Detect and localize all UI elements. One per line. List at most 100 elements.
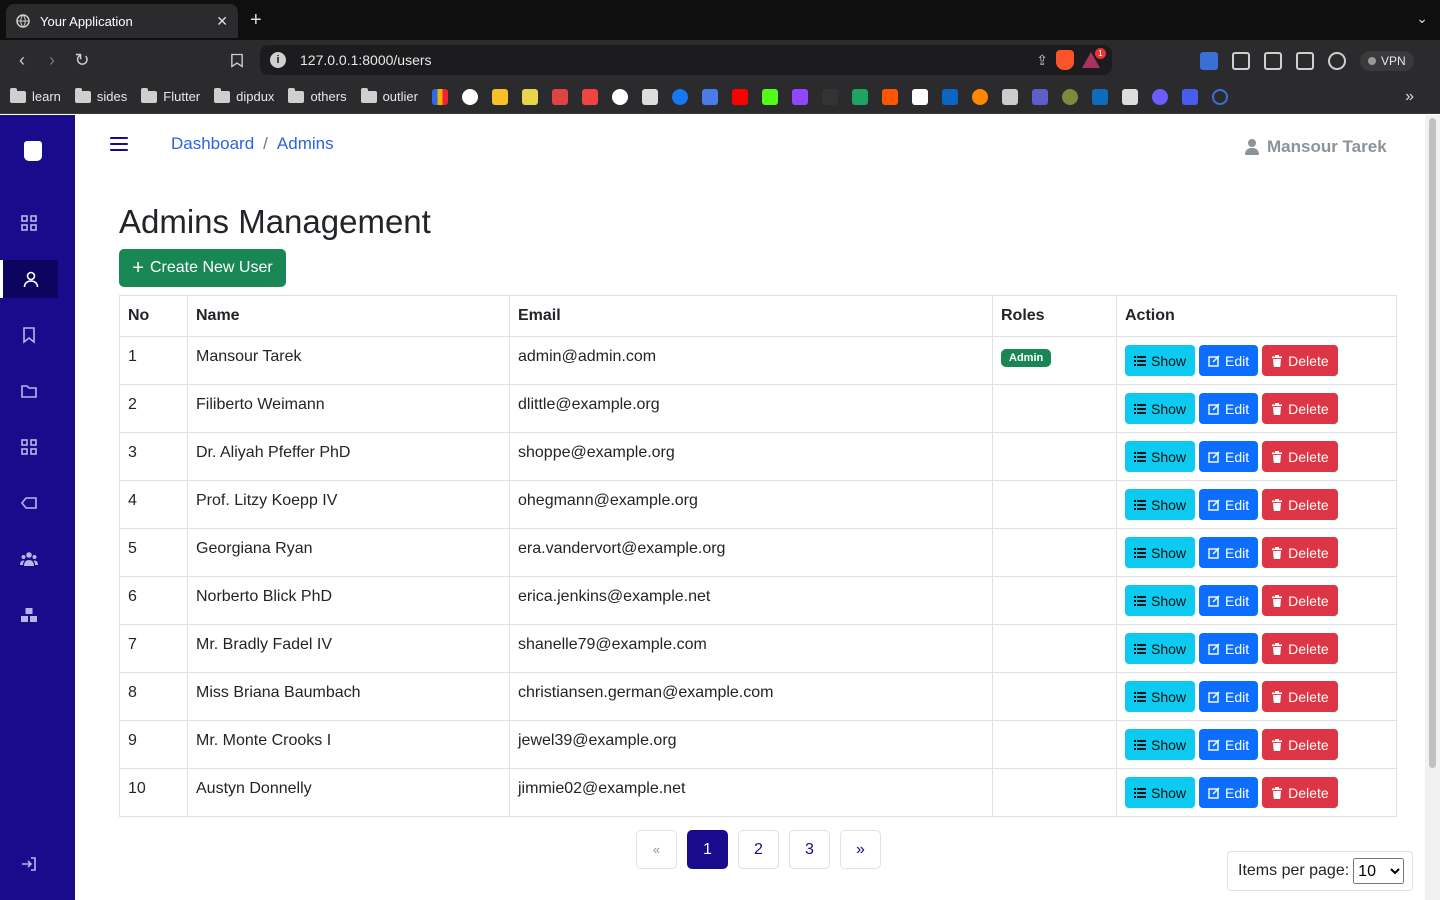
sidebar-item-logout[interactable] <box>0 845 58 883</box>
edit-button[interactable]: Edit <box>1199 345 1259 376</box>
app-icon[interactable] <box>972 88 988 105</box>
show-button[interactable]: Show <box>1125 777 1196 808</box>
page-scrollbar[interactable] <box>1425 115 1440 900</box>
brave-shield-icon[interactable] <box>1056 50 1074 70</box>
pagination-next[interactable]: » <box>840 830 881 869</box>
pagination-page-1[interactable]: 1 <box>687 830 728 869</box>
sheets-icon[interactable] <box>852 88 868 105</box>
bookmark-folder-learn[interactable]: learn <box>10 87 61 104</box>
bookmark-folder-outlier[interactable]: outlier <box>360 87 418 104</box>
app-icon[interactable] <box>1182 88 1198 105</box>
photos-icon[interactable] <box>492 88 508 105</box>
notion-icon[interactable] <box>912 88 928 105</box>
facebook-icon[interactable] <box>672 88 688 105</box>
loading-icon[interactable] <box>1212 88 1228 105</box>
delete-button[interactable]: Delete <box>1262 537 1338 568</box>
bookmarks-more-icon[interactable]: » <box>1405 88 1414 106</box>
youtube-icon[interactable] <box>732 88 748 105</box>
extensions-icon[interactable] <box>1232 51 1250 70</box>
show-button[interactable]: Show <box>1125 393 1196 424</box>
sidebar-toggle-icon[interactable] <box>1264 51 1282 70</box>
translate-icon[interactable] <box>702 88 718 105</box>
scrollbar-thumb[interactable] <box>1429 118 1436 768</box>
leo-ai-icon[interactable] <box>1328 51 1346 70</box>
app-icon[interactable] <box>1002 88 1018 105</box>
brave-rewards-icon[interactable]: 1 <box>1082 48 1106 68</box>
delete-button[interactable]: Delete <box>1262 777 1338 808</box>
sidebar-item-bookmarks[interactable] <box>0 316 58 354</box>
vpn-button[interactable]: VPN <box>1360 50 1414 71</box>
gmail-icon[interactable] <box>582 88 598 105</box>
app-icon[interactable] <box>522 88 538 105</box>
sidebar-item-dashboard[interactable] <box>0 204 58 242</box>
linkedin-icon[interactable] <box>942 88 958 105</box>
outlook-icon[interactable] <box>1092 88 1108 105</box>
pagination-page-3[interactable]: 3 <box>789 830 830 869</box>
twitch-icon[interactable] <box>792 88 808 105</box>
soundcloud-icon[interactable] <box>882 88 898 105</box>
gmail-icon[interactable] <box>552 88 568 105</box>
wallet-icon[interactable] <box>1296 51 1314 70</box>
hamburger-menu-icon[interactable] <box>110 137 128 151</box>
edit-button[interactable]: Edit <box>1199 681 1259 712</box>
app-icon[interactable] <box>1062 88 1078 105</box>
sidebar-item-products[interactable] <box>0 596 58 634</box>
show-button[interactable]: Show <box>1125 345 1196 376</box>
show-button[interactable]: Show <box>1125 729 1196 760</box>
delete-button[interactable]: Delete <box>1262 681 1338 712</box>
delete-button[interactable]: Delete <box>1262 345 1338 376</box>
app-icon[interactable] <box>1122 88 1138 105</box>
user-menu[interactable]: Mansour Tarek <box>1245 137 1387 157</box>
show-button[interactable]: Show <box>1125 681 1196 712</box>
items-per-page-select[interactable]: 10 <box>1353 858 1405 884</box>
edit-button[interactable]: Edit <box>1199 393 1259 424</box>
analytics-icon[interactable] <box>432 88 448 105</box>
edit-button[interactable]: Edit <box>1199 633 1259 664</box>
app-icon[interactable] <box>1152 88 1168 105</box>
app-icon[interactable] <box>822 88 838 105</box>
edit-button[interactable]: Edit <box>1199 585 1259 616</box>
bookmark-folder-others[interactable]: others <box>288 87 347 104</box>
sidebar-item-admins[interactable] <box>0 260 58 298</box>
delete-button[interactable]: Delete <box>1262 633 1338 664</box>
pagination-page-2[interactable]: 2 <box>738 830 779 869</box>
shopify-logo-icon[interactable] <box>24 141 42 161</box>
create-new-user-button[interactable]: + Create New User <box>119 249 286 287</box>
app-icon[interactable] <box>642 88 658 105</box>
google-icon[interactable] <box>462 88 478 105</box>
edit-button[interactable]: Edit <box>1199 441 1259 472</box>
delete-button[interactable]: Delete <box>1262 489 1338 520</box>
address-bar[interactable]: i 127.0.0.1:8000/users ⇪ 1 <box>260 45 1112 75</box>
edit-button[interactable]: Edit <box>1199 537 1259 568</box>
back-icon[interactable]: ‹ <box>12 50 32 70</box>
github-icon[interactable] <box>612 88 628 105</box>
delete-button[interactable]: Delete <box>1262 729 1338 760</box>
show-button[interactable]: Show <box>1125 489 1196 520</box>
bookmark-folder-dipdux[interactable]: dipdux <box>214 87 274 104</box>
sidebar-item-tags[interactable] <box>0 484 58 522</box>
reload-icon[interactable]: ↻ <box>72 50 92 70</box>
edit-button[interactable]: Edit <box>1199 777 1259 808</box>
delete-button[interactable]: Delete <box>1262 441 1338 472</box>
bookmark-page-icon[interactable] <box>227 50 247 70</box>
pagination-prev[interactable]: « <box>636 830 677 869</box>
forward-icon[interactable]: › <box>42 50 62 70</box>
sidebar-item-apps[interactable] <box>0 428 58 466</box>
chevron-down-icon[interactable]: ⌄ <box>1416 10 1428 27</box>
browser-tab[interactable]: Your Application ✕ <box>6 4 238 38</box>
sidebar-item-users[interactable] <box>0 540 58 578</box>
breadcrumb-admins-link[interactable]: Admins <box>277 134 334 154</box>
show-button[interactable]: Show <box>1125 633 1196 664</box>
delete-button[interactable]: Delete <box>1262 393 1338 424</box>
bookmark-folder-flutter[interactable]: Flutter <box>141 87 200 104</box>
edit-button[interactable]: Edit <box>1199 489 1259 520</box>
show-button[interactable]: Show <box>1125 585 1196 616</box>
close-icon[interactable]: ✕ <box>216 13 228 30</box>
teams-icon[interactable] <box>1032 88 1048 105</box>
edit-button[interactable]: Edit <box>1199 729 1259 760</box>
show-button[interactable]: Show <box>1125 441 1196 472</box>
site-info-icon[interactable]: i <box>270 52 286 68</box>
bookmark-folder-sides[interactable]: sides <box>74 87 127 104</box>
sidebar-item-files[interactable] <box>0 372 58 410</box>
kick-icon[interactable] <box>762 88 778 105</box>
